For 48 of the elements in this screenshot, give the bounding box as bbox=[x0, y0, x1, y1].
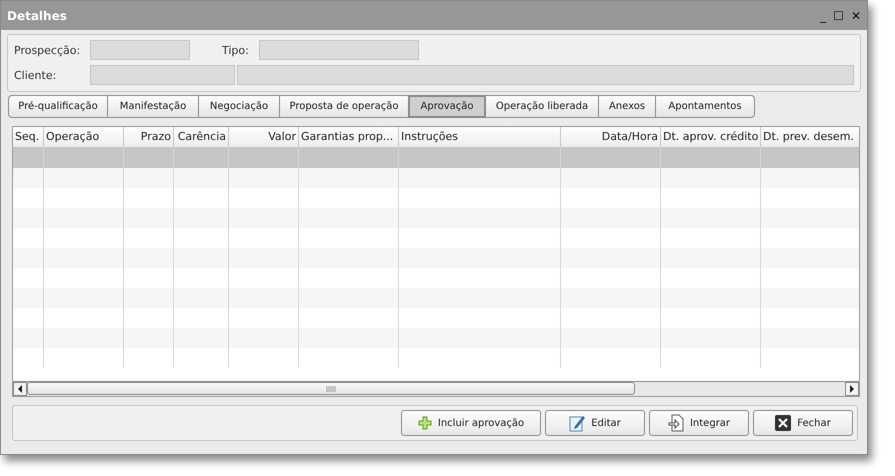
horizontal-scrollbar[interactable] bbox=[13, 381, 859, 396]
window-title: Detalhes bbox=[7, 8, 67, 22]
minimize-icon[interactable]: _ bbox=[820, 8, 826, 22]
action-button[interactable]: Fechar bbox=[753, 410, 853, 436]
close-icon bbox=[775, 415, 792, 431]
action-button[interactable]: Editar bbox=[545, 410, 645, 436]
tab[interactable]: Apontamentos bbox=[655, 95, 755, 118]
column-header[interactable]: Valor bbox=[229, 127, 299, 147]
table-row[interactable] bbox=[13, 148, 859, 168]
input-field[interactable] bbox=[258, 40, 419, 60]
field-label: Prospecção: bbox=[14, 44, 82, 56]
column-header[interactable]: Dt. aprov. crédito bbox=[661, 127, 761, 147]
maximize-icon[interactable]: ☐ bbox=[833, 8, 844, 22]
input-field[interactable] bbox=[90, 65, 235, 85]
table-row[interactable] bbox=[13, 248, 859, 268]
tab[interactable]: Negociação bbox=[198, 95, 280, 118]
scroll-right-icon[interactable] bbox=[845, 382, 859, 396]
document-arrow-icon bbox=[668, 414, 684, 432]
table-row[interactable] bbox=[13, 208, 859, 228]
input-field[interactable] bbox=[237, 65, 854, 85]
close-icon[interactable]: ✕ bbox=[850, 8, 861, 22]
tab[interactable]: Anexos bbox=[598, 95, 656, 118]
field-label: Tipo: bbox=[222, 44, 249, 56]
action-button[interactable]: Integrar bbox=[649, 410, 749, 436]
column-header[interactable]: Operação bbox=[44, 127, 124, 147]
table-row[interactable] bbox=[13, 168, 859, 188]
column-header[interactable]: Garantias prop... bbox=[299, 127, 399, 147]
table-row[interactable] bbox=[13, 288, 859, 308]
plus-icon bbox=[418, 416, 432, 430]
column-header[interactable]: Seq. bbox=[13, 127, 44, 147]
tab[interactable]: Manifestação bbox=[107, 95, 199, 118]
column-header[interactable]: Instruções bbox=[399, 127, 561, 147]
column-header[interactable]: Prazo bbox=[124, 127, 174, 147]
scroll-thumb[interactable] bbox=[27, 382, 635, 395]
table-row[interactable] bbox=[13, 328, 859, 348]
grip-icon bbox=[326, 386, 336, 392]
field-label: Cliente: bbox=[14, 68, 58, 82]
tab[interactable]: Pré-qualificação bbox=[8, 95, 108, 118]
tab[interactable]: Operação liberada bbox=[485, 95, 599, 118]
tab[interactable]: Aprovação bbox=[408, 95, 486, 118]
pencil-icon bbox=[569, 414, 586, 432]
action-button[interactable]: Incluir aprovação bbox=[401, 410, 541, 436]
input-field[interactable] bbox=[90, 40, 190, 60]
column-header[interactable]: Carência bbox=[174, 127, 229, 147]
column-header[interactable]: Dt. prev. desem. bbox=[761, 127, 859, 147]
scroll-left-icon[interactable] bbox=[13, 382, 27, 396]
column-header[interactable]: Data/Hora bbox=[561, 127, 661, 147]
tab[interactable]: Proposta de operação bbox=[279, 95, 409, 118]
